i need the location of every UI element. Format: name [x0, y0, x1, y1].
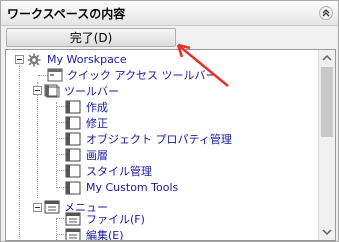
toolbar-icon: [65, 164, 81, 178]
menu-item-edit[interactable]: 編集(E): [86, 229, 124, 240]
toolbar-icon: [65, 148, 81, 162]
toolbar-icon: [65, 100, 81, 114]
toolbar-icon: [65, 181, 81, 195]
toolbar-item-create[interactable]: 作成: [86, 101, 108, 115]
toolbars-expander[interactable]: [33, 86, 42, 95]
toolbar-icon: [65, 116, 81, 130]
tree-item-toolbars[interactable]: ツールバー: [64, 85, 119, 99]
tree-scrollbar[interactable]: [318, 50, 335, 240]
scroll-up-icon[interactable]: [319, 50, 335, 66]
toolbar-icon: [44, 84, 60, 98]
toolbar-item-style-manager[interactable]: スタイル管理: [86, 165, 152, 179]
toolbar-item-object-properties[interactable]: オブジェクト プロパティ管理: [86, 133, 232, 147]
tree-root-label[interactable]: My Worskpace: [47, 53, 127, 67]
done-button[interactable]: 完了(D): [6, 28, 176, 47]
menu-icon: [65, 228, 81, 240]
menu-icon: [44, 200, 60, 214]
menu-item-file[interactable]: ファイル(F): [86, 213, 145, 227]
workspace-contents-panel: ワークスペースの内容 完了(D) My Worskpace クイック アクセス …: [0, 0, 339, 242]
panel-title-bar: ワークスペースの内容: [1, 1, 338, 26]
quick-access-toolbar-icon: [47, 68, 63, 82]
toolbar-item-modify[interactable]: 修正: [86, 117, 108, 131]
tree-item-quick-access[interactable]: クイック アクセス ツールバー: [67, 69, 216, 83]
panel-title: ワークスペースの内容: [7, 7, 126, 21]
menu-icon: [65, 212, 81, 226]
menus-expander[interactable]: [33, 203, 42, 212]
toolbar-icon: [65, 132, 81, 146]
scroll-down-icon[interactable]: [319, 224, 335, 240]
toolbar-item-custom-tools[interactable]: My Custom Tools: [86, 181, 178, 195]
workspace-tree: My Worskpace クイック アクセス ツールバー ツールバー 作成 修正…: [5, 49, 336, 241]
collapse-icon[interactable]: [319, 6, 333, 20]
root-expander[interactable]: [15, 55, 24, 64]
gear-icon: [27, 53, 41, 67]
toolbar-item-layers[interactable]: 画層: [86, 149, 108, 163]
scroll-thumb[interactable]: [321, 67, 333, 137]
